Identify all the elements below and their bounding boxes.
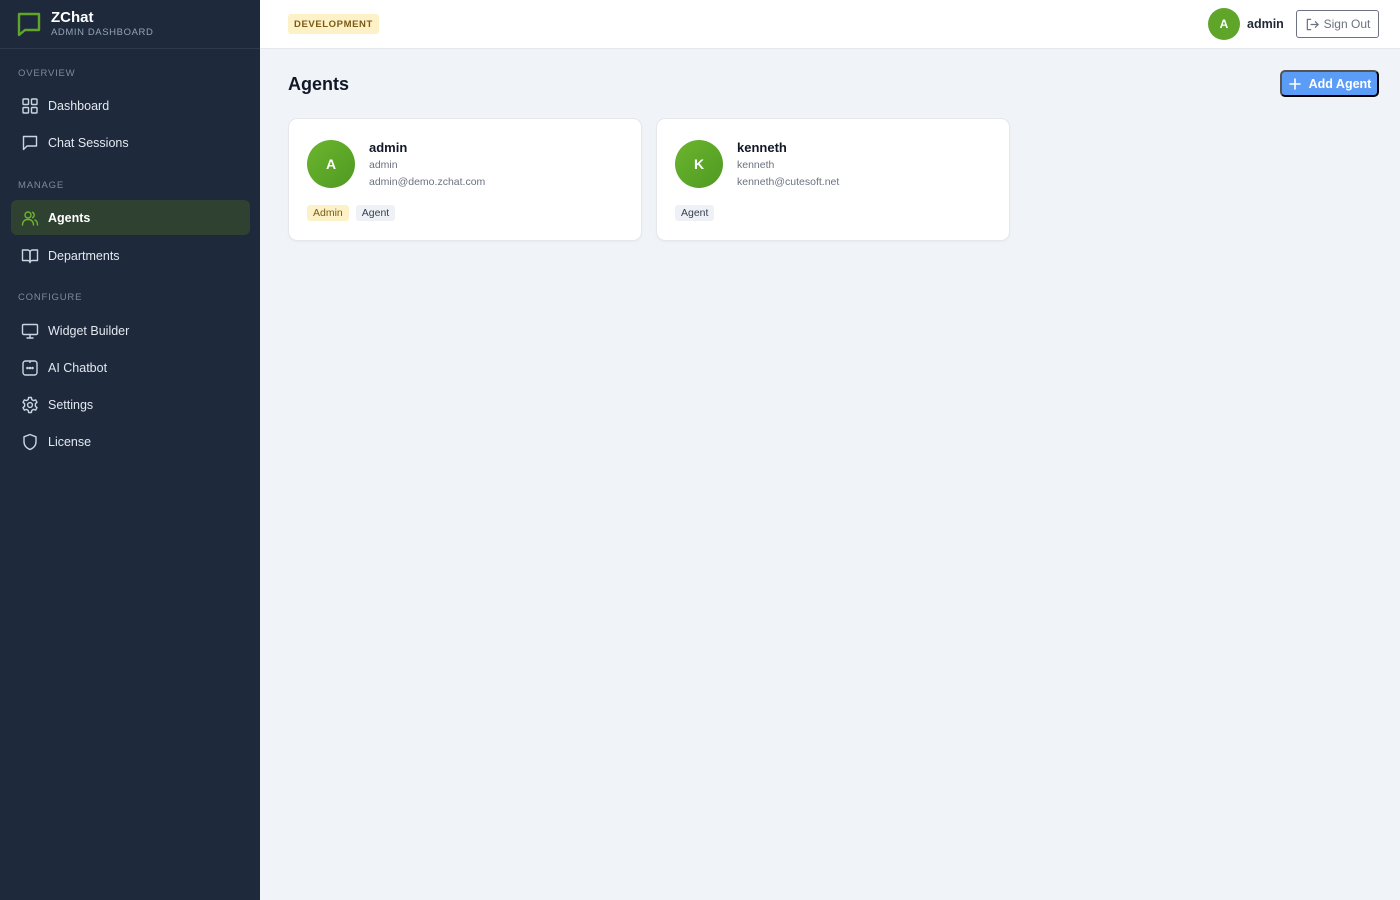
sidebar-item-label: License	[48, 434, 92, 449]
sidebar-item-label: AI Chatbot	[48, 360, 108, 375]
sign-out-icon	[1306, 18, 1319, 30]
agent-name: admin	[369, 140, 408, 155]
grid-icon	[22, 97, 38, 114]
sidebar-item-agents[interactable]: Agents	[11, 200, 250, 235]
agent-role-tags: Agent	[675, 205, 715, 221]
sidebar-item-label: Chat Sessions	[48, 135, 129, 150]
bot-icon	[22, 359, 38, 376]
shield-icon	[23, 433, 37, 450]
sidebar-item-ai-chatbot[interactable]: AI Chatbot	[11, 350, 250, 385]
top-header: DEVELOPMENT A admin Sign Out	[260, 0, 1400, 49]
sign-out-label: Sign Out	[1323, 17, 1371, 31]
monitor-icon	[21, 323, 39, 339]
users-icon	[21, 210, 39, 226]
brand-name: ZChat	[51, 9, 94, 26]
section-label-manage: MANAGE	[18, 180, 64, 191]
agent-username: kenneth	[737, 159, 775, 171]
sidebar-item-label: Departments	[48, 248, 120, 263]
avatar[interactable]: A	[1208, 8, 1240, 40]
agent-username: admin	[369, 159, 398, 171]
role-tag-agent: Agent	[675, 205, 715, 221]
sidebar-item-label: Dashboard	[48, 98, 110, 113]
book-icon	[21, 248, 39, 263]
sign-out-button[interactable]: Sign Out	[1296, 10, 1379, 38]
agent-email: kenneth@cutesoft.net	[737, 176, 840, 188]
add-agent-button[interactable]: Add Agent	[1280, 70, 1379, 97]
agent-role-tags: Admin Agent	[307, 205, 396, 221]
agent-name: kenneth	[737, 140, 787, 155]
section-label-overview: OVERVIEW	[18, 68, 76, 79]
sidebar-item-departments[interactable]: Departments	[11, 238, 250, 273]
role-tag-admin: Admin	[307, 205, 349, 221]
sidebar-item-chat-sessions[interactable]: Chat Sessions	[11, 125, 250, 160]
sidebar-item-dashboard[interactable]: Dashboard	[11, 88, 250, 123]
agent-avatar: K	[675, 140, 723, 188]
current-user-name[interactable]: admin	[1247, 17, 1284, 31]
sidebar: ZChat ADMIN DASHBOARD OVERVIEW Dashboard…	[0, 0, 260, 900]
agent-card[interactable]: A admin admin admin@demo.zchat.com Admin…	[288, 118, 642, 241]
chat-bubble-logo-icon	[17, 12, 41, 37]
plus-icon	[1288, 77, 1301, 90]
sidebar-item-widget-builder[interactable]: Widget Builder	[11, 313, 250, 348]
section-label-configure: CONFIGURE	[18, 292, 83, 303]
sidebar-item-label: Settings	[48, 397, 94, 412]
sidebar-item-settings[interactable]: Settings	[11, 387, 250, 422]
agent-card[interactable]: K kenneth kenneth kenneth@cutesoft.net A…	[656, 118, 1010, 241]
page-title: Agents	[288, 74, 350, 94]
brand-subtitle: ADMIN DASHBOARD	[51, 27, 154, 38]
sidebar-item-label: Widget Builder	[48, 323, 130, 338]
gear-icon	[22, 396, 38, 413]
sidebar-item-label: Agents	[48, 210, 91, 225]
add-agent-label: Add Agent	[1308, 76, 1372, 91]
role-tag-agent: Agent	[355, 205, 396, 221]
environment-badge: DEVELOPMENT	[288, 14, 379, 34]
agent-avatar: A	[307, 140, 355, 188]
brand[interactable]: ZChat ADMIN DASHBOARD	[0, 0, 260, 49]
sidebar-item-license[interactable]: License	[11, 424, 250, 459]
agent-email: admin@demo.zchat.com	[369, 176, 486, 188]
chat-icon	[22, 135, 38, 150]
